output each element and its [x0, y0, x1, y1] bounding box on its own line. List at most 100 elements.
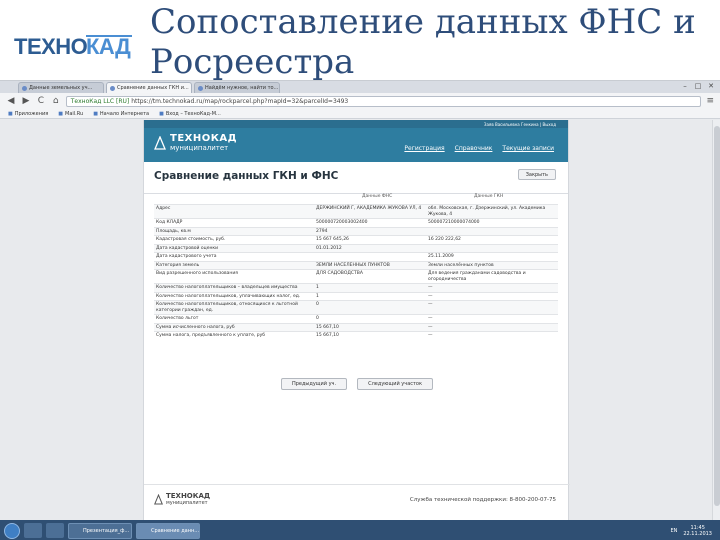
- technokad-logo: ТЕХНО КАД: [14, 28, 134, 64]
- home-icon[interactable]: ⌂: [51, 96, 61, 106]
- column-header-fns: Данные ФНС: [362, 194, 393, 199]
- nav-link-reference[interactable]: Справочник: [455, 145, 493, 152]
- row-label: Количество налогоплательщиков, уплачиваю…: [154, 291, 314, 301]
- table-row: Сумма налога, предъявленного к уплате, р…: [154, 331, 558, 340]
- row-label: Количество налогоплательщиков – владельц…: [154, 283, 314, 292]
- row-label: Вид разрешенного использования: [154, 269, 314, 284]
- menu-icon[interactable]: ≡: [706, 96, 714, 106]
- site-nav: Регистрация Справочник Текущие записи: [404, 145, 554, 152]
- close-icon[interactable]: ✕: [706, 82, 716, 90]
- row-label: Сумма налога, предъявленного к уплате, р…: [154, 331, 314, 340]
- footer-logo-icon: [154, 494, 163, 505]
- footer-brand: ТЕХНОКАД: [166, 492, 211, 500]
- scrollbar-thumb[interactable]: [714, 126, 720, 506]
- row-label: Категория земель: [154, 260, 314, 270]
- fns-value: 500000720003002400: [314, 218, 426, 227]
- column-headers: Данные ФНС Данные ГКН: [144, 194, 568, 202]
- footer-logo: ТЕХНОКАД муниципалитет: [154, 493, 210, 506]
- fns-value: 15 667 645,26: [314, 235, 426, 244]
- bookmark-item[interactable]: Приложения: [8, 109, 49, 118]
- gkn-value: 25.11.2009: [426, 252, 558, 261]
- bookmark-item[interactable]: Начало Интернета: [93, 109, 149, 118]
- gkn-value: Для ведения гражданами садоводства и ого…: [426, 269, 558, 284]
- taskbar-item-active[interactable]: Сравнение данн...: [136, 522, 200, 539]
- gkn-value: [426, 226, 558, 236]
- row-label: Количество льгот: [154, 314, 314, 323]
- table-row: Дата кадастровой оценки 01.01.2012: [154, 243, 558, 253]
- table-row: Количество льгот 0—: [154, 314, 558, 323]
- row-label: Адрес: [154, 204, 314, 219]
- table-row: Сумма исчисленного налога, руб 15 667,10—: [154, 322, 558, 332]
- table-row: Площадь, кв.м 2794: [154, 226, 558, 236]
- svg-text:ТЕХНО: ТЕХНО: [14, 34, 88, 59]
- gkn-value: Земли населённых пунктов: [426, 260, 558, 270]
- maximize-icon[interactable]: □: [693, 82, 703, 90]
- page-heading-row: Сравнение данных ГКН и ФНС Закрыть: [144, 168, 568, 194]
- page-title: Сравнение данных ГКН и ФНС: [154, 170, 339, 182]
- fns-value: 2794: [314, 226, 426, 236]
- start-button[interactable]: [4, 522, 20, 539]
- site-logo[interactable]: ТЕХНОКАД муниципалитет: [154, 134, 237, 152]
- gkn-value: —: [426, 300, 558, 315]
- next-parcel-button[interactable]: Следующий участок: [357, 378, 434, 390]
- browser-tab-active[interactable]: Сравнение данных ГКН и...: [106, 82, 192, 93]
- fns-value: 1: [314, 283, 426, 292]
- fns-value: ДЕРЖИНСКИЙ Г, АКАДЕМИКА ЖУКОВА УЛ, 4: [314, 204, 426, 219]
- system-tray: EN 11:45 22.11.2013: [670, 525, 720, 537]
- site-brand: ТЕХНОКАД: [170, 133, 238, 144]
- gkn-value: —: [426, 291, 558, 301]
- table-row: Категория земель ЗЕМЛИ НАСЕЛЕННЫХ ПУНКТОВ…: [154, 260, 558, 270]
- site-footer: ТЕХНОКАД муниципалитет Служба техническо…: [144, 484, 570, 514]
- gkn-value: —: [426, 331, 558, 340]
- browser-tab[interactable]: Найдём нужное, найти то...: [194, 82, 280, 93]
- scrollbar[interactable]: [712, 120, 720, 520]
- folder-icon[interactable]: [46, 523, 64, 538]
- fns-value: 0: [314, 314, 426, 323]
- language-indicator[interactable]: EN: [670, 528, 677, 534]
- slide-title: Сопоставление данных ФНС и Росреестра: [150, 2, 696, 82]
- table-row: Код КЛАДР 500000720003002400 5000072100000…: [154, 218, 558, 227]
- minimize-icon[interactable]: –: [680, 82, 690, 90]
- gkn-value: 16 220 222,62: [426, 235, 558, 244]
- previous-parcel-button[interactable]: Предыдущий уч.: [280, 378, 348, 390]
- forward-icon[interactable]: ▶: [21, 96, 31, 106]
- table-row: Количество налогоплательщиков – владельц…: [154, 283, 558, 292]
- row-label: Количество налогоплательщиков, относящих…: [154, 300, 314, 315]
- support-phone: Служба технической поддержки: 8-800-200-…: [409, 497, 556, 503]
- bookmark-item[interactable]: Mail.Ru: [58, 109, 83, 118]
- site-brand-sub: муниципалитет: [170, 144, 229, 152]
- security-badge: ТехноКад LLC [RU]: [70, 97, 130, 105]
- fns-value: 0: [314, 300, 426, 315]
- gkn-value: 500007210000074000: [426, 218, 558, 227]
- window-controls: – □ ✕: [680, 82, 716, 90]
- reload-icon[interactable]: C: [36, 96, 46, 106]
- site-header: ТЕХНОКАД муниципалитет Регистрация Справ…: [144, 128, 568, 162]
- row-label: Код КЛАДР: [154, 218, 314, 227]
- taskbar-item[interactable]: Презентация_ф...: [68, 522, 132, 539]
- back-icon[interactable]: ◀: [6, 96, 16, 106]
- row-label: Кадастровая стоимость, руб.: [154, 235, 314, 244]
- clock[interactable]: 11:45 22.11.2013: [683, 525, 712, 537]
- fns-value: 1: [314, 291, 426, 301]
- column-header-gkn: Данные ГКН: [474, 194, 504, 199]
- address-bar[interactable]: ТехноКад LLC [RU] https://tm.technokad.r…: [65, 95, 702, 107]
- url-text: https://tm.technokad.ru/map/rockparcel.p…: [131, 97, 349, 105]
- row-label: Сумма исчисленного налога, руб: [154, 322, 314, 332]
- fns-value: [314, 252, 426, 261]
- footer-brand-sub: муниципалитет: [166, 500, 208, 506]
- user-links[interactable]: Заяв Васильевна Генкина | Выход: [144, 120, 568, 128]
- bookmark-item[interactable]: Вход – ТехноКад-М...: [159, 109, 221, 118]
- nav-link-current[interactable]: Текущие записи: [502, 145, 554, 152]
- fns-value: 01.01.2012: [314, 243, 426, 253]
- logo-mark-icon: [154, 136, 166, 150]
- gkn-value: [426, 243, 558, 253]
- slide: ТЕХНО КАД Сопоставление данных ФНС и Рос…: [0, 0, 720, 540]
- fns-value: ДЛЯ САДОВОДСТВА: [314, 269, 426, 284]
- browser-tab[interactable]: Данные земельных уч...: [18, 82, 104, 93]
- browser-window: Данные земельных уч... Сравнение данных …: [0, 80, 720, 540]
- table-row: Дата кадастрового учета 25.11.2009: [154, 252, 558, 261]
- close-button[interactable]: Закрыть: [517, 169, 556, 180]
- explorer-icon[interactable]: [24, 523, 42, 538]
- nav-link-registration[interactable]: Регистрация: [404, 145, 444, 152]
- gkn-value: —: [426, 322, 558, 332]
